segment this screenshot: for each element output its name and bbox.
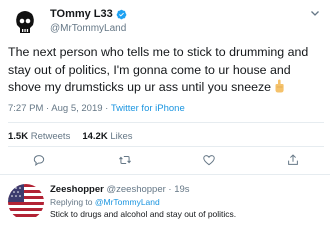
middle-finger-icon xyxy=(275,79,284,93)
tweet-stats: 1.5K Retweets 14.2K Likes xyxy=(8,131,133,142)
divider xyxy=(0,174,330,175)
name-row: TOmmy L33 xyxy=(50,8,127,20)
divider xyxy=(8,146,324,147)
skull-avatar-icon xyxy=(8,6,42,40)
display-name[interactable]: TOmmy L33 xyxy=(50,8,113,20)
retweets-label: Retweets xyxy=(30,131,71,142)
retweets-stat[interactable]: 1.5K Retweets xyxy=(8,131,70,142)
tweet-timestamp[interactable]: 7:27 PM · Aug 5, 2019 · xyxy=(8,103,111,114)
us-flag-avatar-icon xyxy=(8,184,44,220)
avatar[interactable] xyxy=(8,6,42,40)
avatar[interactable] xyxy=(8,184,44,220)
user-handle[interactable]: @MrTommyLand xyxy=(50,23,126,34)
reply-tweet[interactable]: Zeeshopper @zeeshopper · 19s Replying to… xyxy=(8,184,328,240)
reply-icon[interactable] xyxy=(32,153,46,167)
replying-to-handle[interactable]: @MrTommyLand xyxy=(95,197,160,207)
heart-icon[interactable] xyxy=(202,153,216,167)
replying-to: Replying to @MrTommyLand xyxy=(50,197,160,207)
verified-badge-icon xyxy=(116,9,127,19)
action-bar xyxy=(0,151,330,171)
tweet-body: The next person who tells me to stick to… xyxy=(8,45,309,94)
reply-display-name[interactable]: Zeeshopper xyxy=(50,184,104,195)
reply-handle-time[interactable]: @zeeshopper · 19s xyxy=(107,184,190,195)
retweets-count: 1.5K xyxy=(8,131,29,142)
likes-count: 14.2K xyxy=(82,131,108,142)
reply-header: Zeeshopper @zeeshopper · 19s xyxy=(50,184,190,195)
replying-to-prefix: Replying to xyxy=(50,197,95,207)
likes-stat[interactable]: 14.2K Likes xyxy=(82,131,132,142)
likes-label: Likes xyxy=(110,131,133,142)
reply-text: Stick to drugs and alcohol and stay out … xyxy=(50,209,237,219)
divider xyxy=(8,122,324,123)
tweet-header: TOmmy L33 @MrTommyLand xyxy=(8,6,324,40)
chevron-down-icon[interactable] xyxy=(310,8,320,18)
tweet-source-link[interactable]: Twitter for iPhone xyxy=(111,103,185,114)
retweet-icon[interactable] xyxy=(118,153,132,167)
tweet-meta: 7:27 PM · Aug 5, 2019 · Twitter for iPho… xyxy=(8,103,185,114)
share-icon[interactable] xyxy=(286,153,300,167)
middle-finger-emoji xyxy=(273,79,286,99)
tweet-text: The next person who tells me to stick to… xyxy=(8,44,326,99)
